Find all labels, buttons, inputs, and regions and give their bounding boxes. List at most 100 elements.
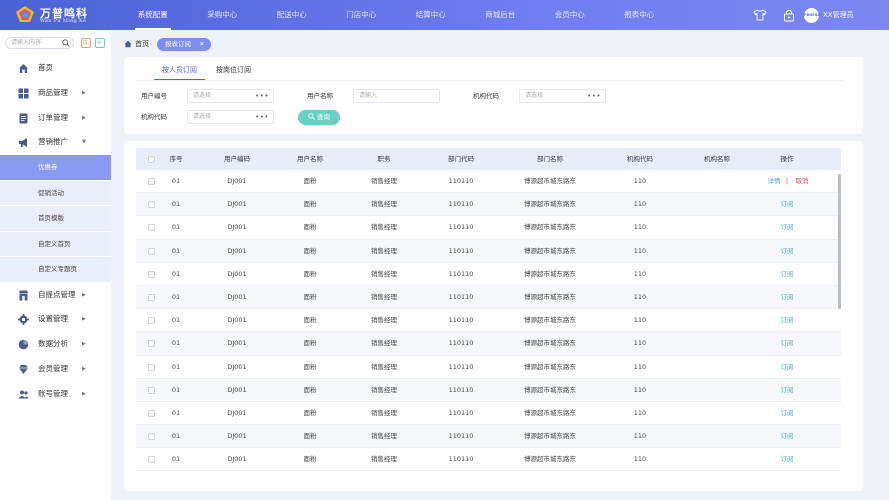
sidebar-subitem-custom-topic[interactable]: 自定义专题页 (0, 257, 111, 283)
search-button[interactable]: 查询 (298, 110, 340, 125)
subscribe-link[interactable]: 订阅 (781, 263, 794, 286)
cell-position: 销售经理 (371, 455, 397, 464)
breadcrumb-home[interactable]: 首页 (124, 39, 149, 49)
sidebar-item-members[interactable]: 会员管理 ▶ (0, 357, 111, 382)
row-checkbox[interactable] (148, 456, 155, 464)
row-checkbox[interactable] (148, 317, 155, 325)
row-checkbox[interactable] (148, 386, 155, 394)
col-org-code: 机构代码 (627, 155, 653, 163)
org-code-select[interactable]: 请选择 ••• (519, 89, 606, 103)
subscribe-link[interactable]: 订阅 (781, 332, 794, 355)
cell-dept-code: 110110 (448, 316, 474, 325)
chevron-down-icon: ▼ (82, 139, 86, 146)
more-icon[interactable]: ••• (255, 90, 269, 102)
topnav-settlement[interactable]: 结算中心 (396, 0, 466, 30)
cell-org-code: 110 (633, 200, 647, 209)
org-code2-select[interactable]: 请选择 ••• (187, 110, 274, 124)
row-checkbox[interactable] (148, 201, 155, 209)
topnav-delivery[interactable]: 配送中心 (257, 0, 327, 30)
close-icon[interactable]: ✕ (199, 40, 204, 48)
cell-seq: 01 (171, 200, 181, 209)
sidebar-item-settings[interactable]: 设置管理 ▶ (0, 307, 111, 332)
expand-menu-icon[interactable] (95, 38, 105, 48)
subscribe-link[interactable]: 订阅 (781, 193, 794, 216)
grid-icon (18, 88, 29, 99)
more-icon[interactable]: ••• (255, 111, 269, 123)
org-code2-placeholder: 请选择 (193, 113, 212, 120)
subscribe-link[interactable]: 订阅 (781, 448, 794, 471)
detail-link[interactable]: 详情 (768, 170, 781, 193)
sidebar-item-marketing[interactable]: 营销推广 ▼ (0, 130, 111, 155)
subscribe-link[interactable]: 订阅 (781, 309, 794, 332)
user-name[interactable]: XX管理员 (823, 10, 854, 20)
row-checkbox[interactable] (148, 270, 155, 278)
sidebar-item-products[interactable]: 商品管理 ▶ (0, 81, 111, 106)
cell-dept-name: 博源超市城东路东 (524, 177, 576, 185)
cell-position: 销售经理 (371, 269, 397, 278)
subscribe-link[interactable]: 订阅 (781, 425, 794, 448)
subscribe-link[interactable]: 订阅 (781, 379, 794, 402)
breadcrumb-tag[interactable]: 报表订阅 ✕ (157, 37, 211, 51)
topnav-purchase[interactable]: 采购中心 (188, 0, 258, 30)
subscribe-link[interactable]: 订阅 (781, 240, 794, 263)
subscribe-link[interactable]: 订阅 (781, 286, 794, 309)
cell-org-code: 110 (633, 408, 647, 417)
sidebar-subitem-promotions[interactable]: 促销活动 (0, 180, 111, 207)
row-checkbox[interactable] (148, 247, 155, 255)
row-checkbox[interactable] (148, 363, 155, 371)
select-all-checkbox[interactable] (148, 155, 155, 163)
sidebar-subitem-coupons[interactable]: 优惠券 (0, 155, 111, 181)
cell-user-code: DJ001 (227, 339, 247, 348)
more-icon[interactable]: ••• (587, 90, 601, 102)
row-checkbox[interactable] (148, 224, 155, 232)
cell-user-name: 面粉 (303, 246, 317, 255)
subscription-table: 序号 用户编码 用户名称 职务 部门代码 部门名称 机构代码 机构名称 操作 0… (124, 141, 863, 491)
cell-user-name: 面粉 (303, 385, 317, 394)
brand-subtitle: Wan Pu Ming Ke (40, 18, 87, 24)
lock-icon[interactable] (782, 8, 796, 22)
cancel-link[interactable]: 取消 (796, 170, 809, 193)
cell-org-code: 110 (633, 246, 647, 255)
cell-user-name: 面粉 (303, 316, 317, 325)
subscribe-link[interactable]: 订阅 (781, 216, 794, 239)
cell-position: 销售经理 (371, 339, 397, 348)
tab-by-person[interactable]: 按人员订阅 (154, 61, 205, 80)
shirt-icon[interactable] (753, 8, 767, 22)
subscribe-link[interactable]: 订阅 (781, 402, 794, 425)
sidebar-item-home[interactable]: 首页 (0, 56, 111, 81)
search-icon[interactable] (62, 39, 70, 47)
sidebar-subitem-custom-home[interactable]: 自定义首页 (0, 231, 111, 258)
row-checkbox[interactable] (148, 433, 155, 441)
sidebar-item-orders[interactable]: 订单管理 ▶ (0, 106, 111, 131)
cell-org-code: 110 (633, 223, 647, 232)
tab-by-position[interactable]: 按岗位订阅 (208, 61, 259, 80)
topnav-reports[interactable]: 报表中心 (605, 0, 675, 30)
home-icon (19, 64, 28, 73)
brand-logo[interactable]: 万普鸣科 Wan Pu Ming Ke (14, 4, 114, 26)
table-row: 01 DJ001 面粉 销售经理 110110 博源超市城东路东 110 订阅 (136, 285, 841, 310)
cell-seq: 01 (171, 177, 181, 185)
table-scrollbar[interactable] (838, 174, 841, 309)
user-menu[interactable]: PROFILE XX管理员 (804, 6, 854, 24)
row-checkbox[interactable] (148, 178, 155, 185)
row-checkbox[interactable] (148, 293, 155, 301)
sidebar-search-input[interactable]: 请输入内容 (5, 37, 74, 49)
topnav-system-config[interactable]: 系统配置 (118, 0, 188, 30)
topnav-mall[interactable]: 商城后台 (466, 0, 536, 30)
avatar[interactable]: PROFILE (804, 7, 821, 23)
subscribe-link[interactable]: 订阅 (781, 356, 794, 379)
sidebar-item-pickup[interactable]: 自提点管理 ▶ (0, 283, 111, 308)
row-checkbox[interactable] (148, 409, 155, 417)
sidebar-item-analytics[interactable]: 数据分析 ▶ (0, 332, 111, 357)
user-code-select[interactable]: 请选择 ••• (187, 89, 274, 103)
sidebar-subitem-home-template[interactable]: 首页模版 (0, 206, 111, 232)
cell-dept-code: 110110 (448, 200, 474, 209)
topnav-member[interactable]: 会员中心 (535, 0, 605, 30)
sidebar-item-accounts[interactable]: 账号管理 ▶ (0, 382, 111, 407)
user-name-input[interactable]: 请输入 (353, 89, 440, 103)
row-checkbox[interactable] (148, 340, 155, 348)
logo-mark-icon (16, 6, 34, 22)
collapse-menu-icon[interactable] (81, 38, 91, 48)
topnav-store[interactable]: 门店中心 (327, 0, 397, 30)
chevron-right-icon: ▶ (82, 316, 86, 323)
